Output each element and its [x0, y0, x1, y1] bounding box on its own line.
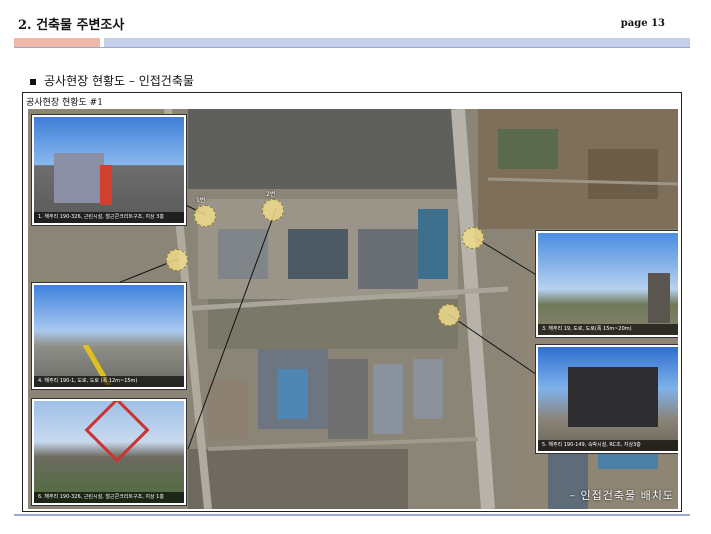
photo-marker-5[interactable] — [438, 304, 460, 326]
site-map: 1번 2번 1. 해주리 190-326, 근린시설, 철근콘크리트구조, 지상… — [28, 109, 678, 509]
photo-4[interactable]: 4. 해주리 190-1, 도로, 도로 (폭 12m~15m) — [32, 283, 186, 389]
photo-caption-6: 6. 해주리 190-326, 근린시설, 철근콘크리트구조, 지상 1층 — [34, 492, 184, 503]
header-accent-left — [14, 38, 100, 47]
marker-label-2: 2번 — [266, 191, 276, 198]
photo-marker-3[interactable] — [166, 249, 188, 271]
section-title: 공사현장 현황도 – 인접건축물 — [30, 72, 194, 89]
photo-caption-3: 3. 해주리 19, 도로, 도로(폭 15m~20m) — [538, 324, 678, 335]
photo-5[interactable]: 5. 해주리 190-149, 숙박시설, RC조, 지상3층 — [536, 345, 678, 453]
bullet-icon — [30, 78, 36, 85]
photo-caption-5: 5. 해주리 190-149, 숙박시설, RC조, 지상3층 — [538, 440, 678, 451]
header-title: 2. 건축물 주변조사 — [18, 18, 125, 33]
photo-marker-4[interactable] — [462, 227, 484, 249]
sign-shape — [100, 165, 112, 205]
section-title-text: 공사현장 현황도 – 인접건축물 — [44, 74, 194, 88]
building-shape — [54, 153, 104, 203]
figure-legend: – 인접건축물 배치도 — [569, 489, 674, 502]
steel-frame — [84, 401, 150, 463]
footer-divider — [14, 514, 690, 516]
photo-1[interactable]: 1. 해주리 190-326, 근린시설, 철근콘크리트구조, 지상 3층 — [32, 115, 186, 225]
building-shape — [648, 273, 670, 323]
photo-marker-1[interactable] — [194, 205, 216, 227]
marker-label-1: 1번 — [196, 197, 206, 204]
photo-6[interactable]: 6. 해주리 190-326, 근린시설, 철근콘크리트구조, 지상 1층 — [32, 399, 186, 505]
photo-marker-2[interactable] — [262, 199, 284, 221]
photo-caption-4: 4. 해주리 190-1, 도로, 도로 (폭 12m~15m) — [34, 376, 184, 387]
header-divider — [14, 47, 690, 48]
building-shape — [568, 367, 658, 427]
page-number: page 13 — [620, 18, 665, 29]
photo-caption-1: 1. 해주리 190-326, 근린시설, 철근콘크리트구조, 지상 3층 — [34, 212, 184, 223]
header-accent-right — [104, 38, 690, 47]
figure-label: 공사현장 현황도 #1 — [26, 98, 103, 108]
photo-3[interactable]: 3. 해주리 19, 도로, 도로(폭 15m~20m) — [536, 231, 678, 337]
